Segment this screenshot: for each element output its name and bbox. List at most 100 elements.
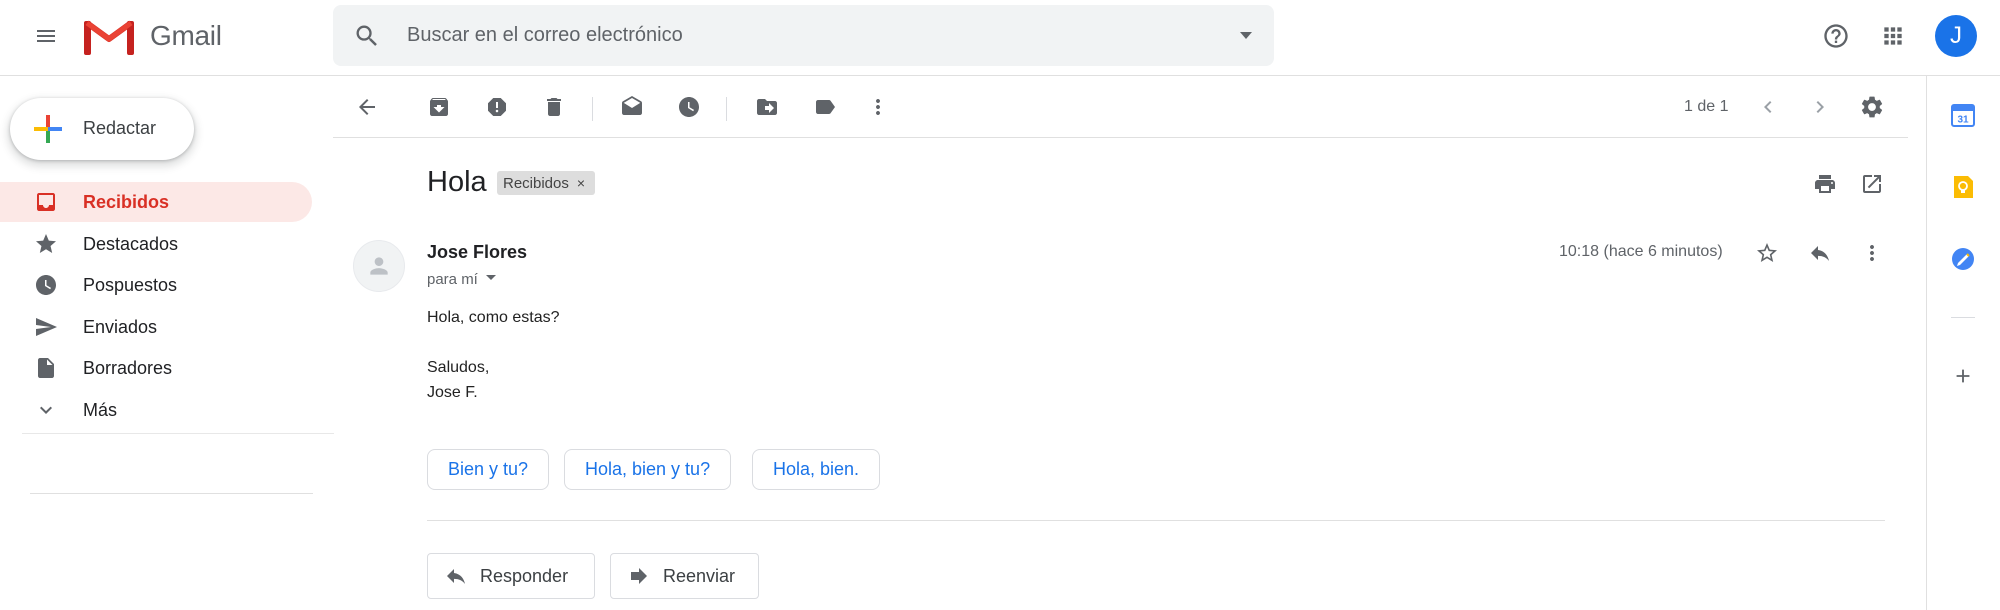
archive-icon	[430, 98, 448, 116]
svg-text:31: 31	[1957, 115, 1969, 126]
forward-button[interactable]: Reenviar	[610, 553, 759, 599]
top-header: Gmail J	[0, 0, 2000, 76]
star-button[interactable]	[1747, 233, 1787, 273]
compose-label: Redactar	[83, 118, 157, 138]
smart-reply-chip[interactable]: Hola, bien.	[752, 449, 881, 490]
move-to-button[interactable]	[747, 87, 787, 127]
remove-label-button[interactable]: ×	[577, 175, 585, 191]
person-icon	[370, 257, 388, 275]
label-icon	[816, 100, 835, 114]
caret-down-icon	[485, 275, 496, 280]
help-button[interactable]	[1816, 16, 1856, 56]
archive-button[interactable]	[419, 87, 459, 127]
hamburger-menu-icon	[37, 30, 55, 42]
calendar-icon: 31	[1951, 104, 1975, 127]
delete-button[interactable]	[534, 87, 574, 127]
reply-icon	[444, 564, 468, 588]
sidebar-item-label: Pospuestos	[83, 275, 178, 295]
reply-icon	[1811, 246, 1829, 261]
older-button[interactable]	[1800, 87, 1840, 127]
reply-icon-button[interactable]	[1800, 233, 1840, 273]
smart-reply-chip[interactable]: Bien y tu?	[427, 449, 550, 490]
message-more-button[interactable]	[1852, 233, 1892, 273]
report-icon	[488, 98, 506, 116]
apps-button[interactable]	[1873, 16, 1913, 56]
forward-icon	[627, 564, 651, 588]
sidebar-item-label: Destacados	[83, 234, 179, 254]
sidebar-item-label: Recibidos	[83, 192, 170, 212]
tasks-check-icon	[1952, 248, 1974, 270]
clock-icon	[34, 273, 58, 297]
message-timestamp: 10:18 (hace 6 minutos)	[1559, 243, 1723, 260]
more-vert-icon	[1870, 245, 1874, 261]
chevron-left-icon	[1764, 101, 1772, 113]
sidebar-divider	[22, 433, 334, 434]
app-name: Gmail	[150, 20, 222, 51]
message-subject: Hola	[427, 166, 487, 198]
arrow-back-icon	[359, 99, 375, 115]
search-input[interactable]	[407, 5, 1207, 66]
calendar-addon-button[interactable]: 31	[1945, 97, 1981, 133]
newer-button[interactable]	[1748, 87, 1788, 127]
account-avatar[interactable]: J	[1935, 15, 1977, 57]
label-chip: Recibidos ×	[497, 171, 596, 195]
sidebar-item-enviados[interactable]: Enviados	[0, 307, 312, 347]
search-options-button[interactable]	[1238, 27, 1254, 48]
snooze-button[interactable]	[669, 87, 709, 127]
send-icon	[34, 315, 58, 339]
sidebar-item-borradores[interactable]: Borradores	[0, 348, 312, 388]
body-line: Jose F.	[427, 384, 478, 401]
main-menu-button[interactable]	[26, 16, 66, 56]
toolbar-separator	[592, 97, 593, 121]
message-body: Hola, como estas? Saludos, Jose F.	[427, 305, 560, 405]
report-spam-button[interactable]	[477, 87, 517, 127]
sidebar-item-mas[interactable]: Más	[0, 390, 312, 430]
gmail-logo[interactable]: Gmail	[84, 16, 222, 56]
labels-button[interactable]	[805, 87, 845, 127]
star-icon	[34, 232, 58, 256]
sidebar-item-label: Borradores	[83, 358, 173, 378]
body-blank-line	[427, 330, 560, 355]
dropdown-arrow-icon	[1240, 32, 1252, 39]
sender-name[interactable]: Jose Flores	[427, 242, 527, 263]
more-options-button[interactable]	[858, 87, 898, 127]
smart-reply-chip[interactable]: Hola, bien y tu?	[564, 449, 732, 490]
reply-button[interactable]: Responder	[427, 553, 595, 599]
recipient-text: para mí	[427, 270, 478, 288]
search-button[interactable]	[353, 22, 381, 55]
gmail-m-icon	[84, 20, 134, 55]
keep-bulb-icon	[1954, 176, 1973, 198]
plus-icon	[1956, 369, 1970, 383]
sidebar-item-recibidos[interactable]: Recibidos	[0, 182, 312, 222]
star-outline-icon	[1757, 243, 1777, 262]
label-chip-text: Recibidos	[503, 174, 569, 192]
sidebar-item-label: Más	[83, 400, 118, 420]
keep-addon-button[interactable]	[1945, 169, 1981, 205]
open-new-window-button[interactable]	[1852, 164, 1892, 204]
sidebar-item-destacados[interactable]: Destacados	[0, 224, 312, 264]
addon-divider	[1951, 317, 1975, 318]
recipient-line: para mí	[427, 270, 498, 288]
more-vert-icon	[876, 99, 880, 115]
gear-icon	[1861, 96, 1883, 118]
sidebar-item-pospuestos[interactable]: Pospuestos	[0, 265, 312, 305]
compose-button[interactable]: Redactar	[10, 98, 194, 160]
print-icon	[1815, 175, 1835, 193]
settings-button[interactable]	[1852, 87, 1892, 127]
recipient-details-button[interactable]	[484, 270, 498, 288]
compose-plus-icon	[34, 115, 62, 143]
sidebar-item-label: Enviados	[83, 317, 158, 337]
mark-unread-button[interactable]	[612, 87, 652, 127]
tasks-addon-button[interactable]	[1945, 241, 1981, 277]
chevron-down-icon	[34, 398, 58, 422]
body-line: Hola, como estas?	[427, 309, 560, 326]
page-count: 1 de 1	[1684, 98, 1729, 115]
print-button[interactable]	[1805, 164, 1845, 204]
back-button[interactable]	[347, 87, 387, 127]
sidebar-divider	[30, 493, 313, 494]
get-addons-button[interactable]	[1945, 358, 1981, 394]
inbox-icon	[34, 190, 58, 214]
body-line: Saludos,	[427, 359, 490, 376]
apps-grid-icon	[1884, 27, 1902, 45]
search-icon	[356, 25, 377, 46]
